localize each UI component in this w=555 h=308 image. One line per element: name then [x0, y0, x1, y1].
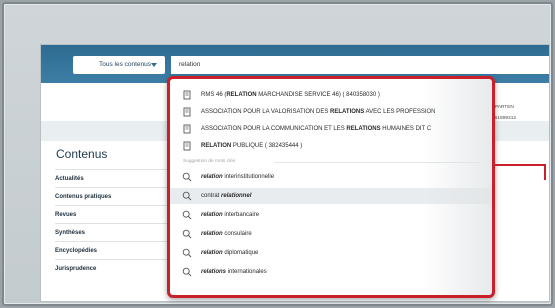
building-icon — [183, 141, 191, 151]
company-suggestion[interactable]: RELATION PUBLIQUE ( 382435444 ) — [170, 138, 492, 154]
search-icon — [182, 267, 192, 277]
suggestion-text: relation interinstitutionnelle — [201, 174, 275, 180]
callout-line — [493, 164, 546, 166]
search-input[interactable]: relation — [171, 56, 549, 74]
sidebar-title: Contenus — [56, 147, 108, 161]
search-icon — [182, 248, 192, 258]
sidebar-item-revues[interactable]: Revues — [55, 205, 167, 223]
company-suggestion[interactable]: ASSOCIATION POUR LA COMMUNICATION ET LES… — [170, 121, 492, 137]
keyword-suggestion[interactable]: relation interinstitutionnelle — [170, 169, 492, 185]
sidebar-item-encyclopedies[interactable]: Encyclopédies — [55, 241, 167, 259]
scope-selector-label: Tous les contenus — [99, 61, 152, 68]
keyword-suggestion[interactable]: contrat relationnel — [170, 188, 492, 204]
suggestion-text: contrat relationnel — [201, 193, 252, 199]
keywords-section-heading: Suggestion de mots clés — [183, 159, 480, 164]
section-divider — [275, 162, 480, 163]
building-icon — [183, 90, 191, 100]
suggestion-text: RELATION PUBLIQUE ( 382435444 ) — [201, 143, 303, 149]
sidebar-item-contenus-pratiques[interactable]: Contenus pratiques — [55, 187, 167, 205]
keyword-suggestion[interactable]: relation interbancaire — [170, 207, 492, 223]
keyword-suggestion[interactable]: relation consulaire — [170, 226, 492, 242]
callout-line-end — [544, 164, 546, 180]
search-icon — [182, 191, 192, 201]
photo-frame: Tous les contenus relation LE DEPARTEN O… — [2, 2, 553, 306]
suggestion-text: relations internationales — [201, 269, 267, 275]
autocomplete-dropdown: RMS 46 (RELATION MARCHANDISE SERVICE 46)… — [167, 76, 495, 298]
scope-selector-button[interactable]: Tous les contenus — [73, 56, 165, 74]
search-icon — [182, 210, 192, 220]
suggestion-text: relation diplomatique — [201, 250, 259, 256]
chevron-down-icon — [151, 63, 157, 67]
suggestion-text: RMS 46 (RELATION MARCHANDISE SERVICE 46)… — [201, 92, 380, 98]
company-suggestion[interactable]: RMS 46 (RELATION MARCHANDISE SERVICE 46)… — [170, 87, 492, 103]
sidebar-item-actualites[interactable]: Actualités — [55, 169, 167, 187]
suggestion-text: relation interbancaire — [201, 212, 260, 218]
suggestion-text: ASSOCIATION POUR LA COMMUNICATION ET LES… — [201, 126, 432, 132]
company-suggestion[interactable]: ASSOCIATION POUR LA VALORISATION DES REL… — [170, 104, 492, 120]
search-icon — [182, 172, 192, 182]
sidebar-item-jurisprudence[interactable]: Jurisprudence — [55, 259, 167, 277]
suggestion-text: relation consulaire — [201, 231, 252, 237]
sidebar-item-syntheses[interactable]: Synthèses — [55, 223, 167, 241]
building-icon — [183, 107, 191, 117]
search-input-value: relation — [179, 61, 201, 68]
keyword-suggestion[interactable]: relation diplomatique — [170, 245, 492, 261]
suggestion-text: ASSOCIATION POUR LA VALORISATION DES REL… — [201, 109, 436, 115]
search-icon — [182, 229, 192, 239]
keyword-suggestion[interactable]: relations internationales — [170, 264, 492, 280]
building-icon — [183, 124, 191, 134]
